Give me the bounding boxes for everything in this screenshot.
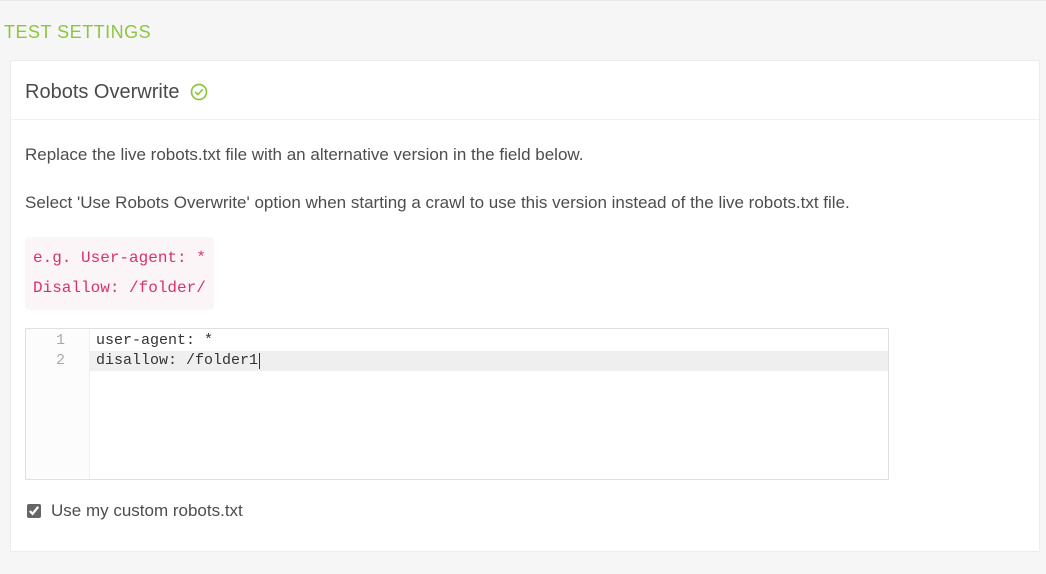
gutter-line: 1 [26,331,89,351]
text-cursor [259,353,260,369]
editor-content[interactable]: user-agent: * disallow: /folder1 [90,329,888,479]
robots-editor[interactable]: 1 2 user-agent: * disallow: /folder1 [25,328,889,480]
section-title: TEST SETTINGS [0,1,1046,60]
use-custom-robots-checkbox[interactable] [27,504,41,518]
gutter-line: 2 [26,351,89,371]
panel-title: Robots Overwrite [25,77,180,107]
example-snippet: e.g. User-agent: * Disallow: /folder/ [25,237,214,310]
editor-gutter: 1 2 [26,329,90,479]
code-text: disallow: /folder1 [96,351,258,371]
description-line-1: Replace the live robots.txt file with an… [25,142,1021,168]
code-text: user-agent: * [96,331,213,351]
description-line-2: Select 'Use Robots Overwrite' option whe… [25,190,1021,216]
robots-overwrite-panel: Robots Overwrite Replace the live robots… [10,60,1040,552]
code-line-active[interactable]: disallow: /folder1 [90,351,888,371]
check-circle-icon [190,83,208,101]
panel-body: Replace the live robots.txt file with an… [11,120,1039,527]
use-custom-robots-label: Use my custom robots.txt [51,498,243,524]
panel-header: Robots Overwrite [11,61,1039,120]
settings-page: TEST SETTINGS Robots Overwrite Replace t… [0,0,1046,574]
code-line[interactable]: user-agent: * [90,331,888,351]
use-custom-robots-row[interactable]: Use my custom robots.txt [25,498,1021,524]
